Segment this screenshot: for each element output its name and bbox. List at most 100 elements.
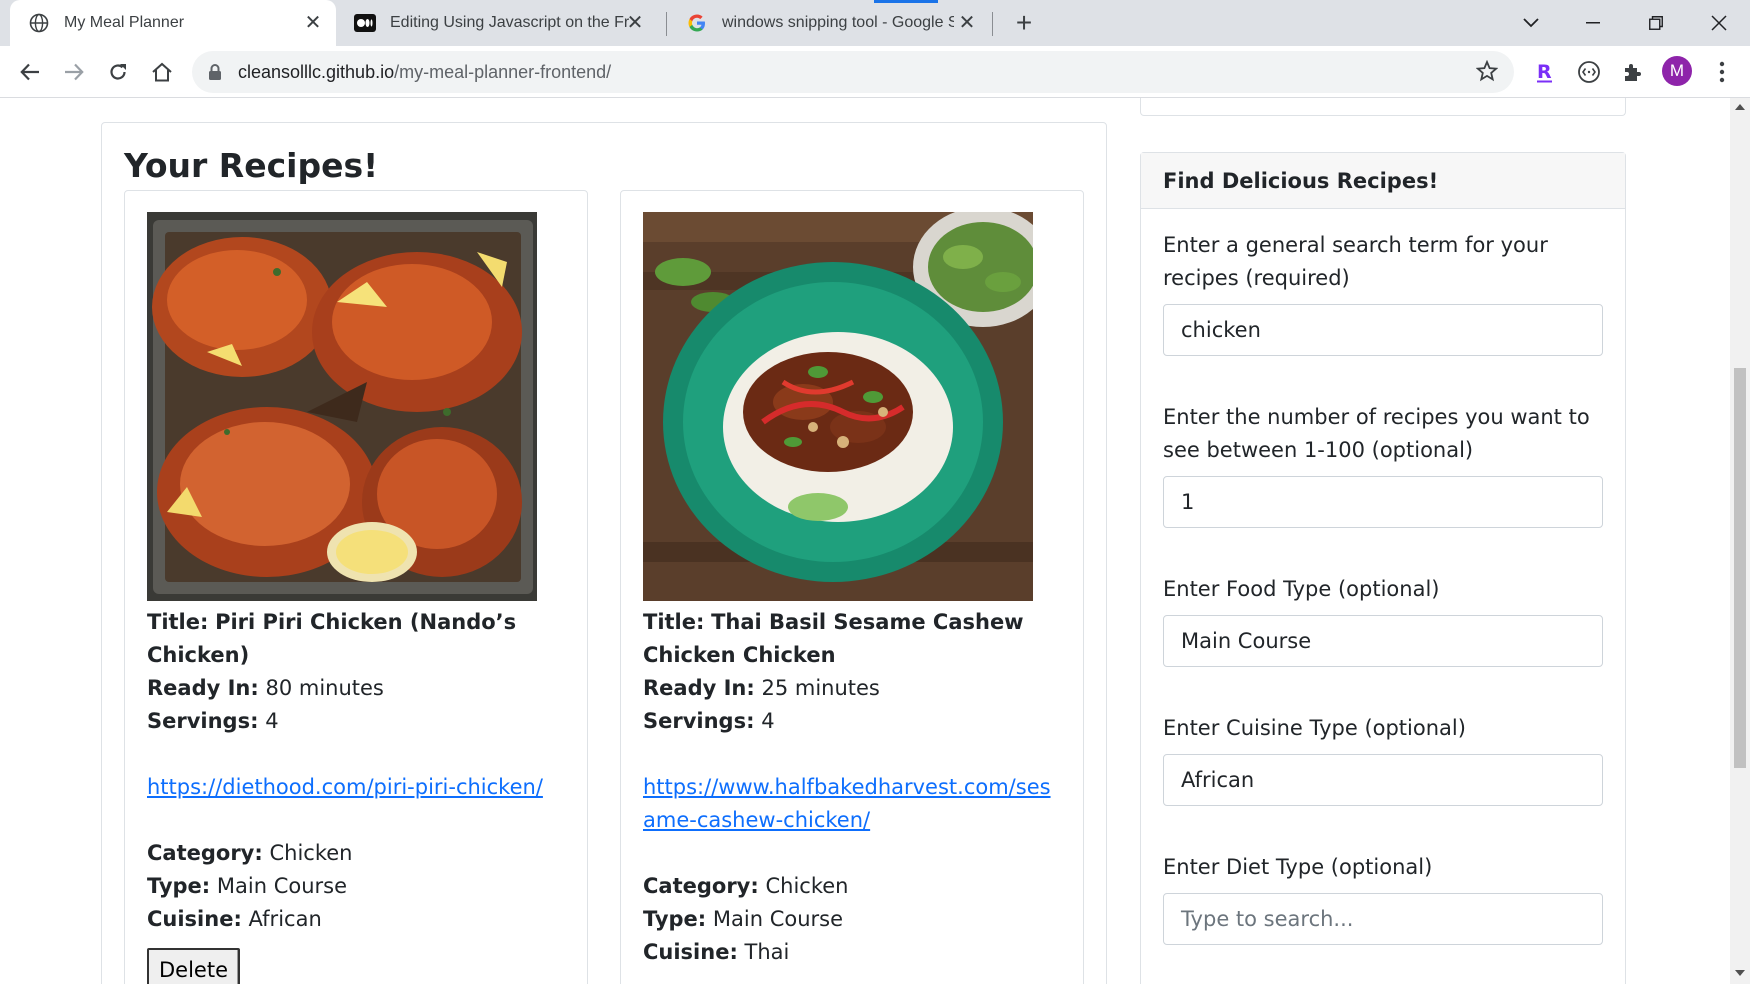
type-label: Type: (147, 874, 211, 898)
cuisine-type-input[interactable]: African (1163, 754, 1603, 806)
recipe-info: Title: Piri Piri Chicken (Nando’s Chicke… (147, 606, 567, 984)
ready-in-label: Ready In: (147, 676, 259, 700)
recipe-servings: Servings: 4 (643, 705, 1063, 738)
title-label: Title: (147, 610, 209, 634)
food-type-input[interactable]: Main Course (1163, 615, 1603, 667)
food-type-label: Enter Food Type (optional) (1163, 577, 1440, 601)
restore-icon[interactable] (1641, 8, 1671, 38)
search-term-label: Enter a general search term for your rec… (1163, 233, 1548, 290)
recipe-info: Title: Thai Basil Sesame Cashew Chicken … (643, 606, 1063, 969)
recipes-heading: Your Recipes! (124, 146, 379, 185)
cuisine-type-field: Enter Cuisine Type (optional) African (1163, 712, 1603, 806)
tab-separator (666, 12, 667, 36)
recipe-type: Type: Main Course (147, 870, 567, 903)
type-value: Main Course (712, 907, 844, 931)
tab-editing-javascript[interactable]: Editing Using Javascript on the Fr ✕ (336, 0, 658, 46)
minimize-icon[interactable] (1578, 8, 1608, 38)
search-term-input[interactable]: chicken (1163, 304, 1603, 356)
home-icon[interactable] (146, 56, 178, 88)
lock-icon[interactable] (208, 63, 222, 86)
forward-arrow-icon[interactable] (58, 56, 90, 88)
recipe-title: Title: Piri Piri Chicken (Nando’s Chicke… (147, 606, 567, 672)
diet-type-field: Enter Diet Type (optional) Type to searc… (1163, 851, 1603, 945)
recipe-cuisine: Cuisine: Thai (643, 936, 1063, 969)
menu-dots-icon[interactable] (1710, 56, 1734, 88)
type-value: Main Course (216, 874, 348, 898)
recipe-ready-in: Ready In: 80 minutes (147, 672, 567, 705)
recipe-photo-sesame-cashew-chicken (643, 212, 1033, 601)
back-arrow-icon[interactable] (14, 56, 46, 88)
title-label: Title: (643, 610, 705, 634)
close-tab-icon[interactable]: ✕ (624, 12, 646, 34)
tab-my-meal-planner[interactable]: My Meal Planner ✕ (10, 0, 336, 46)
google-icon (686, 12, 708, 34)
url-path: /my-meal-planner-frontend/ (394, 62, 612, 82)
tab-search-chevron-icon[interactable] (1516, 8, 1546, 38)
category-label: Category: (643, 874, 759, 898)
scroll-down-arrow-icon[interactable] (1735, 970, 1745, 976)
close-window-icon[interactable] (1704, 8, 1734, 38)
recipe-servings: Servings: 4 (147, 705, 567, 738)
extension-r-icon[interactable]: R (1531, 58, 1559, 86)
recipe-count-label: Enter the number of recipes you want to … (1163, 405, 1590, 462)
diet-type-label: Enter Diet Type (optional) (1163, 855, 1433, 879)
search-heading: Find Delicious Recipes! (1141, 153, 1625, 209)
svg-text:R: R (1537, 61, 1552, 83)
recipe-photo-piri-piri-chicken (147, 212, 537, 601)
tab-title: My Meal Planner (64, 14, 185, 31)
scrollbar-thumb[interactable] (1734, 368, 1746, 768)
tab-title: windows snipping tool - Google S (722, 14, 954, 31)
recipe-category: Category: Chicken (643, 870, 1063, 903)
cuisine-value: African (248, 907, 322, 931)
profile-avatar[interactable]: M (1662, 56, 1692, 86)
ready-in-value: 80 minutes (265, 676, 384, 700)
servings-value: 4 (265, 709, 279, 733)
ready-in-label: Ready In: (643, 676, 755, 700)
search-panel: Find Delicious Recipes! Enter a general … (1140, 152, 1626, 984)
globe-icon (28, 12, 50, 34)
scroll-up-arrow-icon[interactable] (1735, 104, 1745, 110)
recipe-card: Title: Thai Basil Sesame Cashew Chicken … (620, 190, 1084, 984)
url-host: cleansolllc.github.io (238, 62, 395, 82)
cuisine-type-label: Enter Cuisine Type (optional) (1163, 716, 1466, 740)
tab-title: Editing Using Javascript on the Fr (390, 14, 630, 31)
tab-strip: My Meal Planner ✕ Editing Using Javascri… (0, 0, 1750, 46)
bookmark-star-icon[interactable] (1475, 59, 1499, 87)
cuisine-value: Thai (744, 940, 790, 964)
new-tab-button[interactable]: + (1010, 9, 1038, 38)
address-bar[interactable]: cleansolllc.github.io/my-meal-planner-fr… (192, 51, 1514, 93)
url-text[interactable]: cleansolllc.github.io/my-meal-planner-fr… (238, 62, 611, 83)
recipe-title: Title: Thai Basil Sesame Cashew Chicken … (643, 606, 1063, 672)
delete-button[interactable]: Delete (147, 948, 240, 984)
diet-type-input[interactable]: Type to search... (1163, 893, 1603, 945)
recipe-ready-in: Ready In: 25 minutes (643, 672, 1063, 705)
servings-value: 4 (761, 709, 775, 733)
recipe-link[interactable]: https://www.halfbakedharvest.com/sesame-… (643, 775, 1051, 832)
category-value: Chicken (269, 841, 353, 865)
tab-windows-snipping-tool[interactable]: windows snipping tool - Google S ✕ (668, 0, 990, 46)
category-label: Category: (147, 841, 263, 865)
extensions-puzzle-icon[interactable] (1619, 58, 1647, 86)
recipe-link[interactable]: https://diethood.com/piri-piri-chicken/ (147, 775, 543, 799)
ready-in-value: 25 minutes (761, 676, 880, 700)
close-tab-icon[interactable]: ✕ (956, 12, 978, 34)
recipe-category: Category: Chicken (147, 837, 567, 870)
extension-code-icon[interactable] (1575, 58, 1603, 86)
browser-toolbar: cleansolllc.github.io/my-meal-planner-fr… (0, 46, 1750, 98)
cuisine-label: Cuisine: (147, 907, 242, 931)
page-viewport: Your Recipes! Title: Piri Piri Chicken (… (0, 98, 1730, 984)
medium-icon (354, 12, 376, 34)
close-tab-icon[interactable]: ✕ (302, 12, 324, 34)
page-scrollbar[interactable] (1730, 98, 1750, 984)
previous-card-bottom (1140, 98, 1626, 116)
category-value: Chicken (765, 874, 849, 898)
recipe-type: Type: Main Course (643, 903, 1063, 936)
reload-icon[interactable] (102, 56, 134, 88)
type-label: Type: (643, 907, 707, 931)
servings-label: Servings: (643, 709, 755, 733)
recipe-count-input[interactable]: 1 (1163, 476, 1603, 528)
recipe-card: Title: Piri Piri Chicken (Nando’s Chicke… (124, 190, 588, 984)
tab-separator (992, 12, 993, 36)
servings-label: Servings: (147, 709, 259, 733)
recipe-cuisine: Cuisine: African (147, 903, 567, 936)
